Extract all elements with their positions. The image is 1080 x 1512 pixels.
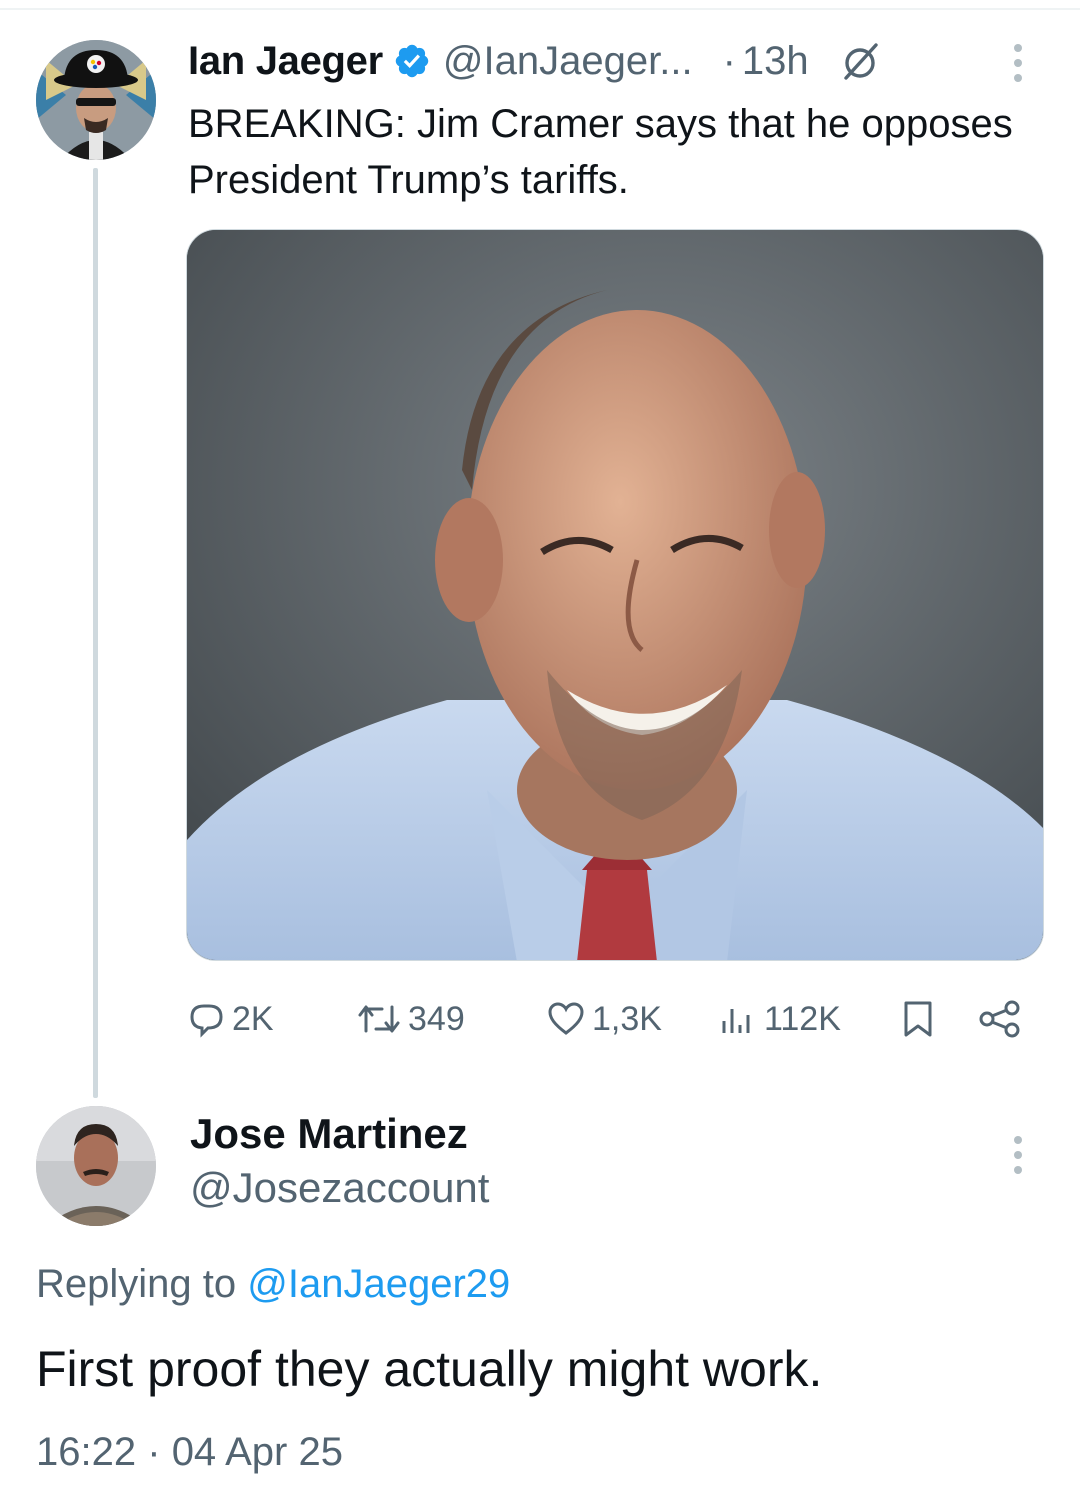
like-count: 1,3K xyxy=(592,999,662,1038)
reply-icon xyxy=(186,999,226,1039)
reply-text: First proof they actually might work. xyxy=(36,1341,823,1397)
header-separator: · xyxy=(722,38,736,83)
verified-badge-icon[interactable] xyxy=(393,42,431,80)
avatar-jose-image xyxy=(36,1106,156,1226)
repost-count: 349 xyxy=(408,999,465,1038)
photo-jim-cramer-portrait xyxy=(187,230,1043,960)
parent-tweet-header: Ian Jaeger @IanJaeger... · 13h xyxy=(188,36,881,86)
views-count: 112K xyxy=(764,999,841,1038)
replying-to-mention[interactable]: @IanJaeger29 xyxy=(247,1262,510,1306)
reply-action[interactable]: 2K xyxy=(186,992,274,1046)
repost-icon xyxy=(356,999,402,1039)
parent-more-options-icon[interactable] xyxy=(1014,44,1026,82)
avatar-ian-jaeger[interactable] xyxy=(36,40,156,160)
avatar-jose-martinez[interactable] xyxy=(36,1106,156,1226)
share-icon xyxy=(978,999,1022,1039)
bookmark-icon xyxy=(898,999,938,1039)
grok-icon[interactable] xyxy=(839,40,881,82)
parent-tweet-time[interactable]: 13h xyxy=(742,39,809,84)
reply-more-options-icon[interactable] xyxy=(1014,1136,1026,1174)
tweet-photo[interactable] xyxy=(186,229,1044,961)
like-action[interactable]: 1,3K xyxy=(546,992,662,1046)
reply-time: 16:22 xyxy=(36,1430,137,1474)
avatar-ian-image xyxy=(36,40,156,160)
parent-author-name[interactable]: Ian Jaeger xyxy=(188,39,383,84)
thread-connector-line xyxy=(93,168,98,1098)
reply-timestamp[interactable]: 16:22 · 04 Apr 25 xyxy=(36,1430,343,1475)
parent-tweet-text: BREAKING: Jim Cramer says that he oppose… xyxy=(188,102,1013,202)
reply-meta-separator: · xyxy=(147,1430,161,1474)
top-divider xyxy=(0,8,1080,10)
replying-to-line: Replying to @IanJaeger29 xyxy=(36,1262,510,1307)
bookmark-action[interactable] xyxy=(898,992,938,1046)
views-action[interactable]: 112K xyxy=(718,992,841,1046)
share-action[interactable] xyxy=(978,992,1022,1046)
like-icon xyxy=(546,999,586,1039)
reply-date: 04 Apr 25 xyxy=(171,1430,343,1474)
repost-action[interactable]: 349 xyxy=(356,992,465,1046)
reply-count: 2K xyxy=(232,999,274,1038)
reply-author-handle[interactable]: @Josezaccount xyxy=(190,1164,489,1212)
replying-to-label: Replying to xyxy=(36,1262,237,1306)
reply-author-name[interactable]: Jose Martinez xyxy=(190,1110,468,1158)
views-icon xyxy=(718,999,758,1039)
tweet-action-bar: 2K 349 1,3K 112K xyxy=(186,992,1026,1046)
parent-author-handle[interactable]: @IanJaeger... xyxy=(443,39,693,84)
